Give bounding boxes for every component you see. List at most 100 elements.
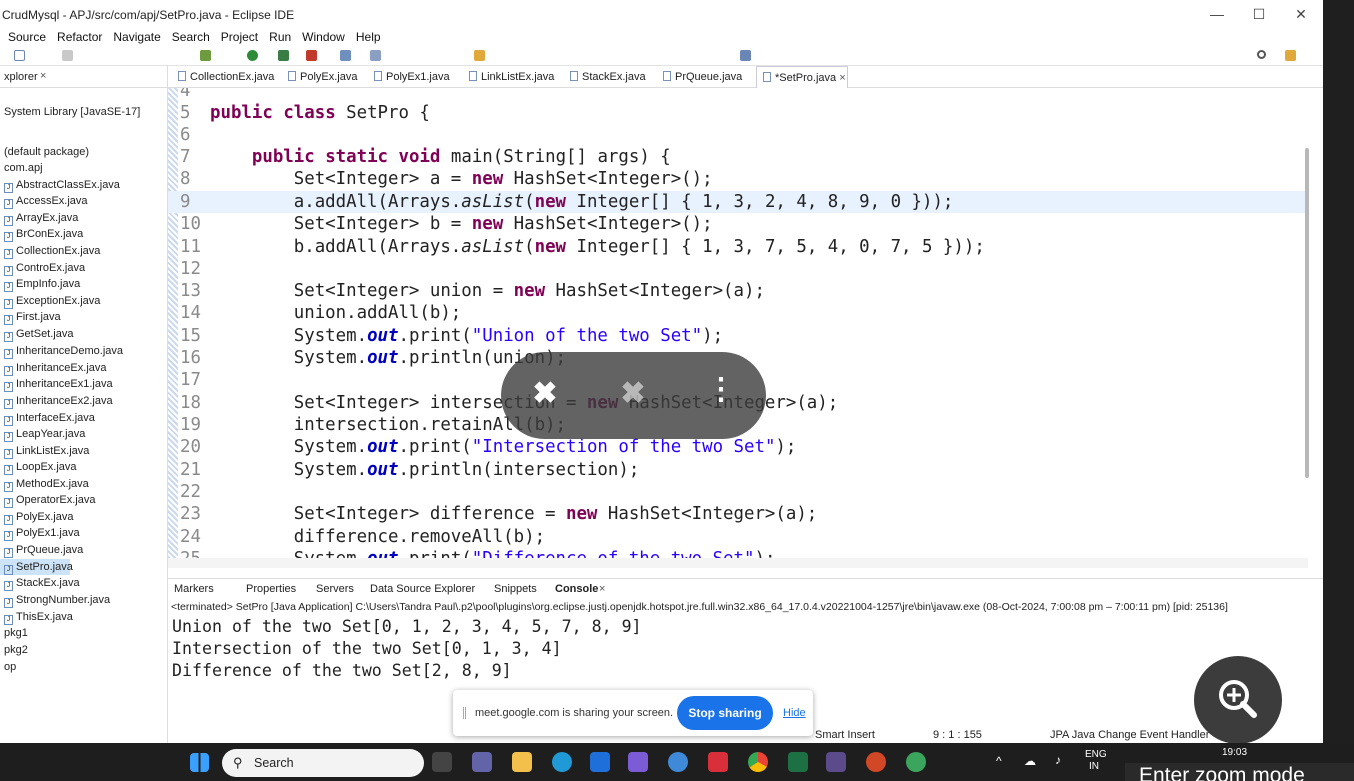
code-line[interactable]: 5 public class SetPro { xyxy=(168,102,1308,124)
tree-item-file[interactable]: J InheritanceEx1.java xyxy=(4,376,113,392)
menu-run[interactable]: Run xyxy=(269,30,291,44)
coverage-icon[interactable] xyxy=(278,50,289,61)
code-line[interactable]: 10 Set<Integer> b = new HashSet<Integer>… xyxy=(168,213,1308,235)
tree-item-file[interactable]: J LinkListEx.java xyxy=(4,443,89,459)
tree-item-file[interactable]: J AccessEx.java xyxy=(4,193,88,209)
tab-console[interactable]: Console xyxy=(555,583,598,595)
tree-item-file[interactable]: J LeapYear.java xyxy=(4,426,85,442)
tree-item-file[interactable]: J PolyEx1.java xyxy=(4,525,80,541)
microphone-icon[interactable]: ♪ xyxy=(1055,754,1061,766)
tree-item-file[interactable]: op xyxy=(4,659,16,675)
tab-servers[interactable]: Servers xyxy=(316,583,354,595)
code-line[interactable]: 4 xyxy=(168,88,1308,102)
tab-snippets[interactable]: Snippets xyxy=(494,583,537,595)
tree-item-file[interactable]: J ArrayEx.java xyxy=(4,210,78,226)
tree-item-file[interactable]: J MethodEx.java xyxy=(4,476,89,492)
tree-item-file[interactable]: J ControEx.java xyxy=(4,260,85,276)
more-options-icon[interactable]: ⋮ xyxy=(701,372,741,407)
code-line[interactable]: 21 System.out.println(intersection); xyxy=(168,459,1308,481)
tree-item-file[interactable]: J InheritanceEx.java xyxy=(4,360,107,376)
tree-item-file[interactable]: J EmpInfo.java xyxy=(4,276,80,292)
new-class-icon[interactable] xyxy=(340,50,351,61)
tab-properties[interactable]: Properties xyxy=(246,583,296,595)
debug-icon[interactable] xyxy=(200,50,211,61)
code-line[interactable]: 14 union.addAll(b); xyxy=(168,302,1308,324)
tab-markers[interactable]: Markers xyxy=(174,583,214,595)
tree-item-file[interactable]: J PolyEx.java xyxy=(4,509,73,525)
chrome-icon[interactable] xyxy=(748,752,768,772)
tree-item-file[interactable]: J OperatorEx.java xyxy=(4,492,95,508)
close-icon[interactable]: × xyxy=(599,583,605,595)
code-line[interactable]: 15 System.out.print("Union of the two Se… xyxy=(168,325,1308,347)
tab-polyex1[interactable]: PolyEx1.java xyxy=(368,66,450,88)
help-app-icon[interactable] xyxy=(668,752,688,772)
pocket-icon[interactable] xyxy=(708,752,728,772)
code-line[interactable]: 24 difference.removeAll(b); xyxy=(168,526,1308,548)
tree-item-package[interactable]: com.apj xyxy=(4,160,43,176)
code-line[interactable]: 12 xyxy=(168,258,1308,280)
code-line[interactable]: 11 b.addAll(Arrays.asList(new Integer[] … xyxy=(168,236,1308,258)
chevron-up-icon[interactable]: ^ xyxy=(996,755,1002,767)
file-explorer-icon[interactable] xyxy=(512,752,532,772)
editor-horizontal-scrollbar[interactable] xyxy=(168,558,1308,568)
tree-item-file[interactable]: J BrConEx.java xyxy=(4,226,83,242)
menu-search[interactable]: Search xyxy=(172,30,210,44)
language-indicator[interactable]: ENG IN xyxy=(1085,749,1107,773)
tree-item-file[interactable]: J PrQueue.java xyxy=(4,542,83,558)
tree-item-library[interactable]: System Library [JavaSE-17] xyxy=(4,104,140,120)
excel-icon[interactable] xyxy=(788,752,808,772)
tree-item-package[interactable]: (default package) xyxy=(4,144,89,160)
tree-item-file[interactable]: J SetPro.java xyxy=(0,559,73,575)
open-perspective-icon[interactable] xyxy=(740,50,751,61)
menu-window[interactable]: Window xyxy=(302,30,345,44)
new-package-icon[interactable] xyxy=(370,50,381,61)
perspective-java-icon[interactable] xyxy=(1285,50,1296,61)
code-line-current[interactable]: 9 a.addAll(Arrays.asList(new Integer[] {… xyxy=(168,191,1308,213)
close-button[interactable]: ✕ xyxy=(1286,6,1316,23)
tree-item-file[interactable]: J InheritanceDemo.java xyxy=(4,343,123,359)
code-line[interactable]: 20 System.out.print("Intersection of the… xyxy=(168,436,1308,458)
minimize-button[interactable]: — xyxy=(1202,6,1232,22)
run-icon[interactable] xyxy=(247,50,258,61)
start-icon[interactable] xyxy=(190,753,209,772)
menu-help[interactable]: Help xyxy=(356,30,381,44)
menu-navigate[interactable]: Navigate xyxy=(113,30,160,44)
tab-polyex[interactable]: PolyEx.java xyxy=(282,66,357,88)
menu-source[interactable]: Source xyxy=(8,30,46,44)
external-tools-icon[interactable] xyxy=(306,50,317,61)
hide-banner-link[interactable]: Hide xyxy=(783,707,806,719)
tree-item-file[interactable]: J StrongNumber.java xyxy=(4,592,110,608)
drag-handle-icon[interactable] xyxy=(463,707,466,719)
maximize-button[interactable]: ☐ xyxy=(1244,6,1274,23)
menu-project[interactable]: Project xyxy=(221,30,258,44)
tab-setpro[interactable]: *SetPro.java × xyxy=(756,66,848,88)
tree-item-file[interactable]: J GetSet.java xyxy=(4,326,73,342)
tree-item-file[interactable]: J CollectionEx.java xyxy=(4,243,100,259)
powerpoint-icon[interactable] xyxy=(866,752,886,772)
mysql-workbench-icon[interactable] xyxy=(628,752,648,772)
code-line[interactable]: 23 Set<Integer> difference = new HashSet… xyxy=(168,503,1308,525)
tree-item-file[interactable]: J AbstractClassEx.java xyxy=(4,177,120,193)
close-icon[interactable]: × xyxy=(40,70,46,82)
tab-linklistex[interactable]: LinkListEx.java xyxy=(463,66,554,88)
tab-prqueue[interactable]: PrQueue.java xyxy=(657,66,742,88)
tree-item-file[interactable]: J StackEx.java xyxy=(4,575,80,591)
close-icon[interactable]: × xyxy=(839,72,845,84)
tree-item-file[interactable]: J InterfaceEx.java xyxy=(4,410,95,426)
tab-data-source-explorer[interactable]: Data Source Explorer xyxy=(370,583,475,595)
app-icon[interactable] xyxy=(906,752,926,772)
code-line[interactable]: 22 xyxy=(168,481,1308,503)
edge-icon[interactable] xyxy=(552,752,572,772)
teams-icon[interactable] xyxy=(472,752,492,772)
tree-item-file[interactable]: J ThisEx.java xyxy=(4,609,73,625)
taskbar-search[interactable]: ⚲ Search xyxy=(222,749,424,777)
pin-off-icon[interactable]: ✖ xyxy=(525,376,565,411)
code-editor[interactable]: 4 5 public class SetPro { 6 7 public stat… xyxy=(168,88,1323,568)
zoom-in-button[interactable] xyxy=(1194,656,1282,744)
tree-item-file[interactable]: pkg2 xyxy=(4,642,28,658)
tree-item-file[interactable]: J First.java xyxy=(4,309,61,325)
cloud-icon[interactable]: ☁ xyxy=(1024,755,1036,767)
clock[interactable]: 19:03 xyxy=(1222,747,1247,759)
code-line[interactable]: 8 Set<Integer> a = new HashSet<Integer>(… xyxy=(168,168,1308,190)
tab-stackex[interactable]: StackEx.java xyxy=(564,66,646,88)
